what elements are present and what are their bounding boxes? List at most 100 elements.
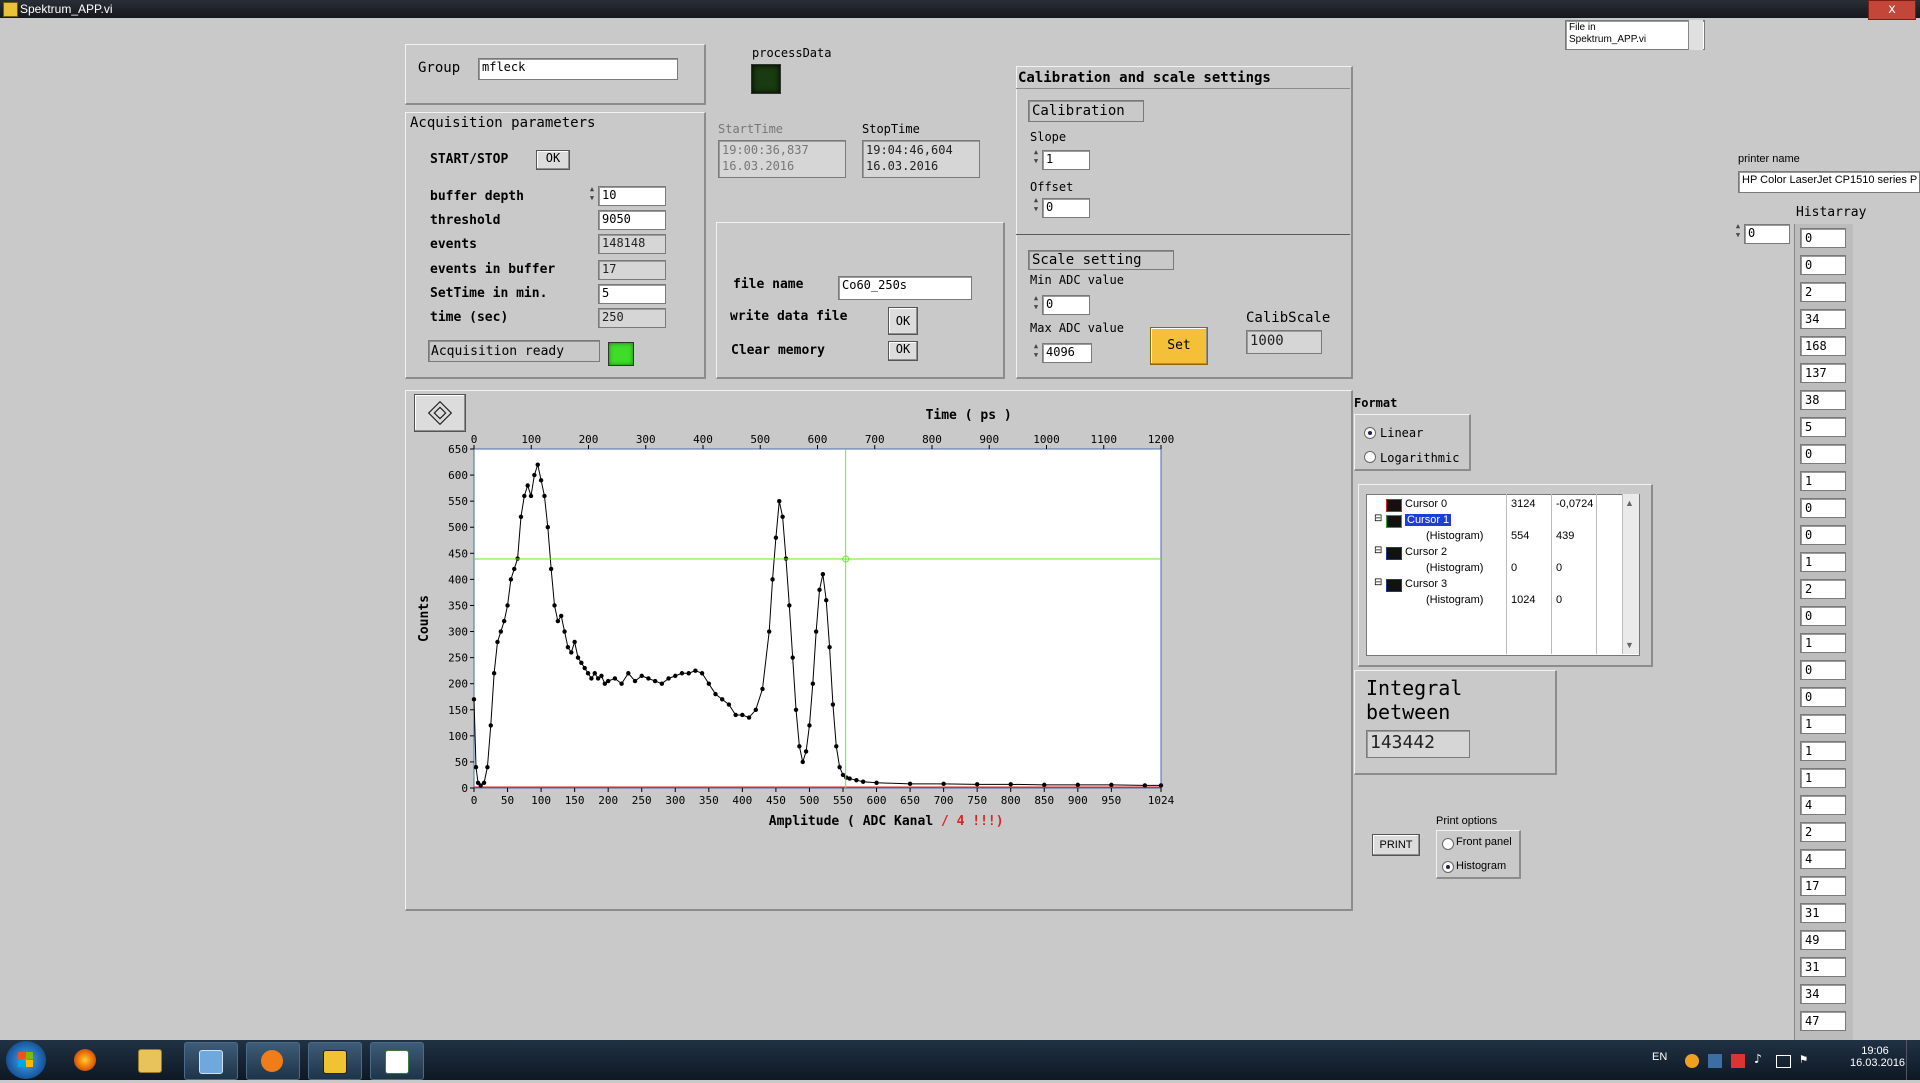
flag-tray-icon[interactable]: ⚑ <box>1800 1052 1807 1066</box>
histogram-chart[interactable]: 0 50 100 150 200 250 300 350 400 450 500 550 600 650 7… <box>405 390 1350 908</box>
offset-input[interactable]: 0 <box>1042 198 1090 218</box>
histarray-cell[interactable]: 0 <box>1800 660 1846 680</box>
start-time-value: 19:00:36,837 <box>722 143 809 157</box>
histarray-index-input[interactable]: 0 <box>1744 224 1790 244</box>
histarray-cell[interactable]: 0 <box>1800 525 1846 545</box>
taskbar-labview[interactable] <box>308 1042 362 1080</box>
histarray-cell[interactable]: 0 <box>1800 444 1846 464</box>
histarray-cell[interactable]: 4 <box>1800 795 1846 815</box>
histarray-cell[interactable]: 137 <box>1800 363 1846 383</box>
slope-input[interactable]: 1 <box>1042 150 1090 170</box>
histarray-cell[interactable]: 31 <box>1800 957 1846 977</box>
histarray-cell[interactable]: 0 <box>1800 228 1846 248</box>
y-tick-label: 550 <box>448 495 468 508</box>
threshold-input[interactable]: 9050 <box>598 210 666 230</box>
clear-memory-button[interactable]: OK <box>888 341 918 361</box>
data-point <box>797 744 802 749</box>
print-button[interactable]: PRINT <box>1372 834 1420 856</box>
y-tick-label: 200 <box>448 678 468 691</box>
write-data-button[interactable]: OK <box>888 307 918 335</box>
data-point <box>515 556 520 561</box>
histarray-cell[interactable]: 168 <box>1800 336 1846 356</box>
clock[interactable]: 19:06 16.03.2016 <box>1850 1045 1905 1069</box>
histarray-cell[interactable]: 0 <box>1800 255 1846 275</box>
data-point <box>646 676 651 681</box>
settime-input[interactable]: 5 <box>598 284 666 304</box>
show-desktop-button[interactable] <box>1906 1040 1920 1080</box>
close-button[interactable]: x <box>1868 0 1916 20</box>
histarray-cell[interactable]: 34 <box>1800 984 1846 1004</box>
top-tick-label: 500 <box>750 433 770 446</box>
calibration-title: Calibration and scale settings <box>1018 70 1271 86</box>
format-log-radio[interactable] <box>1364 451 1376 463</box>
histarray-cell[interactable]: 31 <box>1800 903 1846 923</box>
language-indicator[interactable]: EN <box>1652 1051 1667 1063</box>
max-adc-spinner[interactable]: ▲ ▼ <box>1032 342 1040 362</box>
taskbar-remote-desktop[interactable] <box>184 1042 238 1080</box>
data-point <box>800 759 805 765</box>
file-listbox[interactable]: File in Spektrum_APP.vi <box>1565 20 1705 50</box>
taskbar-avast[interactable] <box>246 1042 300 1080</box>
data-point <box>854 777 859 783</box>
histarray-cell[interactable]: 1 <box>1800 714 1846 734</box>
histarray-cell[interactable]: 34 <box>1800 309 1846 329</box>
taskbar-firefox[interactable] <box>60 1042 112 1078</box>
histarray-cell[interactable]: 1 <box>1800 768 1846 788</box>
firefox-icon <box>74 1049 96 1071</box>
histarray-cell[interactable]: 2 <box>1800 282 1846 302</box>
format-label: Format <box>1354 396 1398 410</box>
network-tray-icon[interactable] <box>1708 1054 1722 1068</box>
offset-spinner[interactable]: ▲ ▼ <box>1032 196 1040 216</box>
histarray-cell[interactable]: 47 <box>1800 1011 1846 1031</box>
file-name-input[interactable]: Co60_250s <box>838 276 972 300</box>
slope-spinner[interactable]: ▲ ▼ <box>1032 148 1040 168</box>
print-histogram-radio[interactable] <box>1442 861 1454 873</box>
group-input[interactable]: mfleck <box>478 58 678 80</box>
histarray-index-spinner[interactable]: ▲ ▼ <box>1734 222 1742 242</box>
buffer-depth-input[interactable]: 10 <box>598 186 666 206</box>
histarray-cell[interactable]: 2 <box>1800 822 1846 842</box>
histarray-cell[interactable]: 0 <box>1800 606 1846 626</box>
start-stop-label: START/STOP <box>430 152 509 167</box>
avast-tray-icon[interactable] <box>1685 1054 1699 1068</box>
data-point <box>807 723 812 728</box>
volume-icon[interactable]: ♪ <box>1754 1052 1762 1067</box>
min-adc-spinner[interactable]: ▲ ▼ <box>1032 294 1040 314</box>
histarray-cell[interactable]: 0 <box>1800 687 1846 707</box>
histarray-cell[interactable]: 1 <box>1800 741 1846 761</box>
histarray-cell[interactable]: 38 <box>1800 390 1846 410</box>
y-tick-label: 300 <box>448 626 468 639</box>
data-point <box>830 702 836 707</box>
max-adc-input[interactable]: 4096 <box>1042 343 1092 363</box>
data-point <box>505 603 510 608</box>
taskbar-labview-vi[interactable] <box>370 1042 424 1080</box>
histarray-cell[interactable]: 1 <box>1800 471 1846 491</box>
data-point <box>907 781 913 787</box>
security-tray-icon[interactable] <box>1731 1054 1745 1068</box>
histarray-cell[interactable]: 17 <box>1800 876 1846 896</box>
file-list-scrollbar[interactable] <box>1688 20 1703 50</box>
histarray-cell[interactable]: 1 <box>1800 552 1846 572</box>
scroll-down-icon[interactable]: ▼ <box>1625 640 1634 650</box>
start-button[interactable] <box>6 1041 46 1079</box>
display-tray-icon[interactable] <box>1776 1055 1791 1068</box>
cursor-legend-scrollbar[interactable] <box>1622 494 1639 654</box>
printer-name-input[interactable]: HP Color LaserJet CP1510 series P <box>1738 171 1920 193</box>
buffer-depth-spinner[interactable]: ▲ ▼ <box>588 185 596 205</box>
histarray-cell[interactable]: 4 <box>1800 849 1846 869</box>
histarray-cell[interactable]: 0 <box>1800 498 1846 518</box>
histarray-cell[interactable]: 5 <box>1800 417 1846 437</box>
scroll-up-icon[interactable]: ▲ <box>1625 498 1634 508</box>
format-linear-radio[interactable] <box>1364 427 1376 439</box>
set-button[interactable]: Set <box>1150 327 1208 365</box>
histarray-cell[interactable]: 49 <box>1800 930 1846 950</box>
histarray-cell[interactable]: 1 <box>1800 633 1846 653</box>
min-adc-input[interactable]: 0 <box>1042 295 1090 315</box>
histarray-cell[interactable]: 2 <box>1800 579 1846 599</box>
start-stop-button[interactable]: OK <box>536 150 570 170</box>
print-front-radio[interactable] <box>1442 838 1454 850</box>
taskbar-explorer[interactable] <box>124 1042 176 1078</box>
x-tick-label: 150 <box>565 794 585 807</box>
cursor-name: Cursor 1 <box>1405 514 1452 526</box>
cursor-name: Cursor 2 <box>1405 546 1448 558</box>
